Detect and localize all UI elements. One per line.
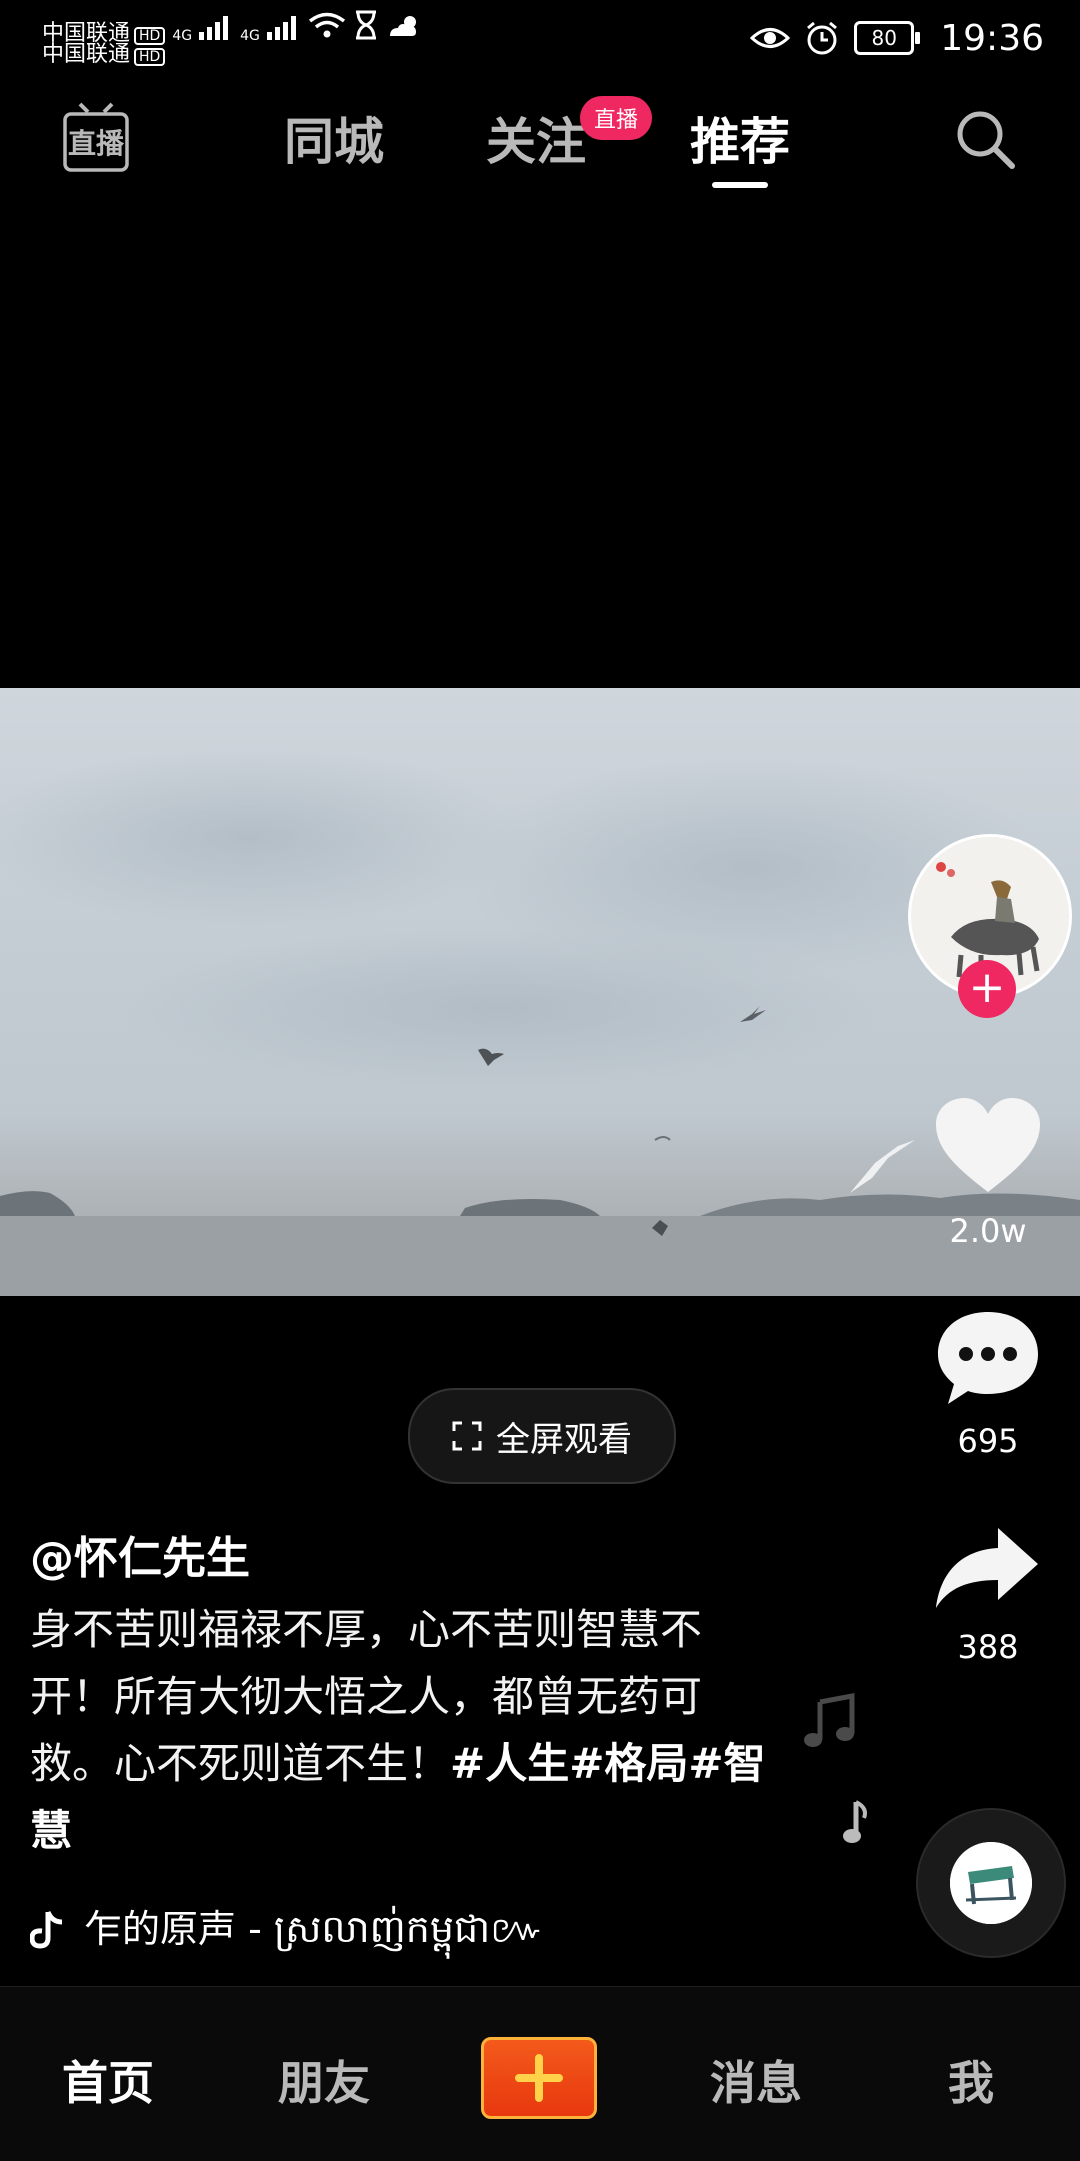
heart-icon bbox=[936, 1098, 1040, 1192]
music-note-icon-2 bbox=[842, 1800, 872, 1850]
share-count: 388 bbox=[957, 1628, 1019, 1666]
tab-label: 关注 bbox=[486, 113, 586, 171]
tab-label: 同城 bbox=[284, 113, 384, 171]
live-entry-button[interactable]: 直播 bbox=[62, 100, 130, 172]
plus-icon bbox=[515, 2054, 563, 2102]
network-type-2: 4G bbox=[240, 28, 260, 44]
author-name[interactable]: @怀仁先生 bbox=[30, 1522, 250, 1586]
alarm-icon bbox=[807, 21, 838, 55]
like-count: 2.0w bbox=[949, 1212, 1027, 1250]
carrier-1: 中国联通 HD 4G 4G bbox=[42, 10, 422, 45]
live-badge: 直播 bbox=[580, 96, 653, 140]
network-type: 4G bbox=[172, 28, 193, 44]
nav-friends[interactable]: 朋友 bbox=[278, 2047, 370, 2113]
search-icon bbox=[957, 111, 1015, 169]
disc-cover bbox=[950, 1842, 1032, 1924]
carrier-label-2: 中国联通 bbox=[42, 42, 131, 67]
signal-icon-2 bbox=[266, 16, 296, 40]
comment-count: 695 bbox=[957, 1422, 1019, 1460]
tab-nearby[interactable]: 同城 bbox=[284, 102, 384, 174]
share-arrow-icon bbox=[936, 1528, 1038, 1608]
signal-icon bbox=[199, 16, 229, 40]
music-disc-button[interactable] bbox=[916, 1808, 1066, 1958]
hourglass-icon bbox=[355, 10, 376, 40]
create-button[interactable] bbox=[481, 2037, 597, 2119]
nav-label: 我 bbox=[948, 2056, 994, 2110]
carrier-2: 中国联通 HD bbox=[42, 42, 166, 67]
fullscreen-button[interactable]: 全屏观看 bbox=[408, 1388, 676, 1484]
comment-button[interactable] bbox=[934, 1308, 1042, 1408]
like-button[interactable] bbox=[934, 1096, 1042, 1196]
music-title: 乍的原声 - ស្រលាញ់កម្ពុជា៚ bbox=[84, 1907, 545, 1951]
hd-badge: HD bbox=[134, 27, 166, 45]
weather-icon bbox=[389, 16, 416, 36]
search-button[interactable] bbox=[952, 106, 1018, 172]
nav-label: 首页 bbox=[62, 2056, 154, 2110]
battery-indicator: 80 bbox=[854, 21, 921, 55]
clock: 19:36 bbox=[940, 17, 1044, 59]
nav-messages[interactable]: 消息 bbox=[710, 2047, 802, 2113]
music-note-icon bbox=[800, 1692, 860, 1756]
bottom-nav: 首页 朋友 消息 我 bbox=[0, 1986, 1080, 2161]
live-icon-label: 直播 bbox=[68, 127, 125, 160]
eye-icon bbox=[750, 28, 791, 48]
post-description: 身不苦则福禄不厚，心不苦则智慧不开！所有大彻大悟之人，都曾无药可救。心不死则道不… bbox=[30, 1596, 770, 1864]
nav-label: 消息 bbox=[710, 2056, 802, 2110]
tab-recommend[interactable]: 推荐 bbox=[690, 102, 790, 188]
share-button[interactable] bbox=[934, 1524, 1042, 1614]
nav-home[interactable]: 首页 bbox=[62, 2047, 154, 2113]
video-frame-seascape bbox=[0, 748, 1080, 1296]
disc-cover-image bbox=[950, 1842, 1032, 1924]
tab-label: 推荐 bbox=[690, 113, 790, 171]
tiktok-note-icon bbox=[30, 1910, 63, 1949]
nav-me[interactable]: 我 bbox=[948, 2047, 994, 2113]
wifi-icon bbox=[308, 12, 345, 38]
nav-label: 朋友 bbox=[278, 2056, 370, 2110]
comment-icon bbox=[938, 1312, 1038, 1404]
music-info[interactable]: 乍的原声 - ស្រលាញ់កម្ពុជា៚ bbox=[30, 1898, 544, 1961]
top-nav: 直播 同城 关注 直播 推荐 bbox=[0, 96, 1080, 212]
follow-plus-button[interactable]: + bbox=[958, 960, 1016, 1018]
fullscreen-icon bbox=[452, 1421, 482, 1451]
tab-following[interactable]: 关注 bbox=[486, 102, 586, 174]
video-player[interactable] bbox=[0, 688, 1080, 1296]
hd-badge-2: HD bbox=[134, 48, 166, 66]
status-right: 80 19:36 bbox=[750, 14, 1044, 62]
fullscreen-label: 全屏观看 bbox=[496, 1419, 632, 1460]
